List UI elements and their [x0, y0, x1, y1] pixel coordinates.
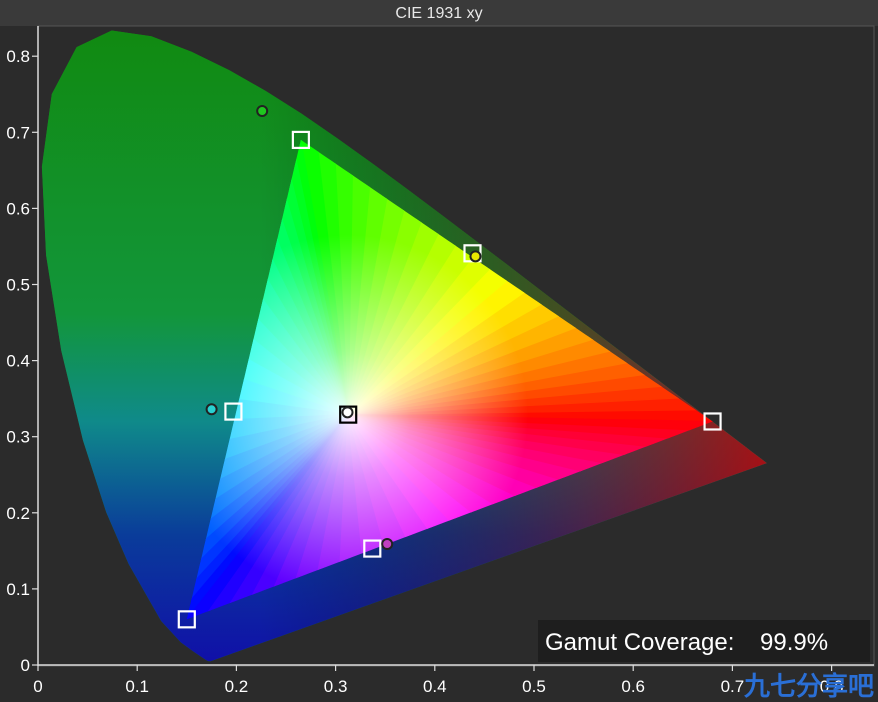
y-tick-label: 0.8: [6, 47, 30, 66]
cie-chart: CIE 1931 xy 0 0.1 0.2 0.3 0.4 0.5 0.6 0.7 0.8 0 0.…: [0, 0, 878, 702]
y-tick-label: 0: [21, 656, 30, 675]
measured-marker: [469, 250, 482, 263]
y-tick-label: 0.4: [6, 352, 30, 371]
x-tick-label: 0.1: [125, 677, 149, 696]
y-tick-label: 0.1: [6, 580, 30, 599]
y-tick-label: 0.5: [6, 276, 30, 295]
x-tick-label: 0: [33, 677, 42, 696]
cie-xy-diagram: CIE 1931 xy 0 0.1 0.2 0.3 0.4 0.5 0.6 0.7 0.8 0 0.…: [0, 0, 878, 702]
measured-marker: [205, 403, 218, 416]
x-tick-label: 0.2: [225, 677, 249, 696]
measured-marker: [341, 406, 354, 419]
coverage-value: 99.9%: [760, 629, 828, 656]
x-tick-label: 0.7: [721, 677, 745, 696]
coverage-label: Gamut Coverage:: [545, 629, 734, 656]
x-tick-label: 0.3: [324, 677, 348, 696]
measured-marker: [381, 538, 394, 551]
x-tick-label: 0.4: [423, 677, 447, 696]
x-tick-label: 0.5: [522, 677, 546, 696]
x-tick-label: 0.6: [621, 677, 645, 696]
y-tick-label: 0.7: [6, 123, 30, 142]
watermark: 九七分享吧: [743, 671, 874, 702]
y-tick-label: 0.2: [6, 504, 30, 523]
y-tick-label: 0.6: [6, 199, 30, 218]
chart-title: CIE 1931 xy: [395, 5, 482, 22]
y-tick-label: 0.3: [6, 428, 30, 447]
gamut-coverage-annotation: Gamut Coverage: 99.9%: [538, 620, 870, 662]
measured-marker: [256, 104, 269, 117]
